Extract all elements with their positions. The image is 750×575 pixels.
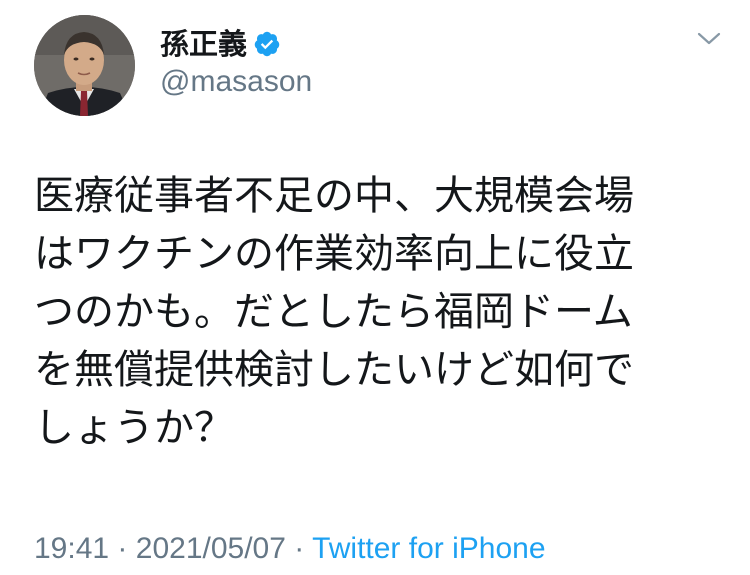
avatar-photo <box>34 15 135 116</box>
tweet-text-line: つのかも。だとしたら福岡ドーム <box>34 289 633 335</box>
tweet-text-line: 医療従事者不足の中、大規模会場 <box>34 173 634 219</box>
verified-badge-icon <box>254 31 280 57</box>
author-handle[interactable]: @masason <box>160 64 312 100</box>
meta-separator: · <box>117 532 128 565</box>
avatar[interactable] <box>34 15 135 116</box>
tweet-text-line: を無償提供検討したいけど如何で <box>34 347 634 393</box>
tweet-source-link[interactable]: Twitter for iPhone <box>312 532 545 565</box>
tweet-time[interactable]: 19:41 <box>34 532 109 565</box>
tweet-text: 医療従事者不足の中、大規模会場 はワクチンの作業効率向上に役立 つのかも。だとし… <box>34 167 734 457</box>
tweet-text-line: はワクチンの作業効率向上に役立 <box>34 231 634 277</box>
tweet-text-line: しょうか？ <box>34 405 234 451</box>
tweet-card: 孫正義 @masason 医療従事者不足の中、大規模会場 はワクチンの作業効率向… <box>0 0 750 575</box>
author-name-row: 孫正義 <box>160 26 281 62</box>
tweet-meta: 19:41 · 2021/05/07 · Twitter for iPhone <box>34 530 546 568</box>
tweet-date[interactable]: 2021/05/07 <box>136 532 286 565</box>
meta-separator: · <box>294 532 305 565</box>
more-options-button[interactable] <box>694 26 724 52</box>
chevron-down-icon <box>697 32 721 45</box>
display-name[interactable]: 孫正義 <box>160 26 247 62</box>
